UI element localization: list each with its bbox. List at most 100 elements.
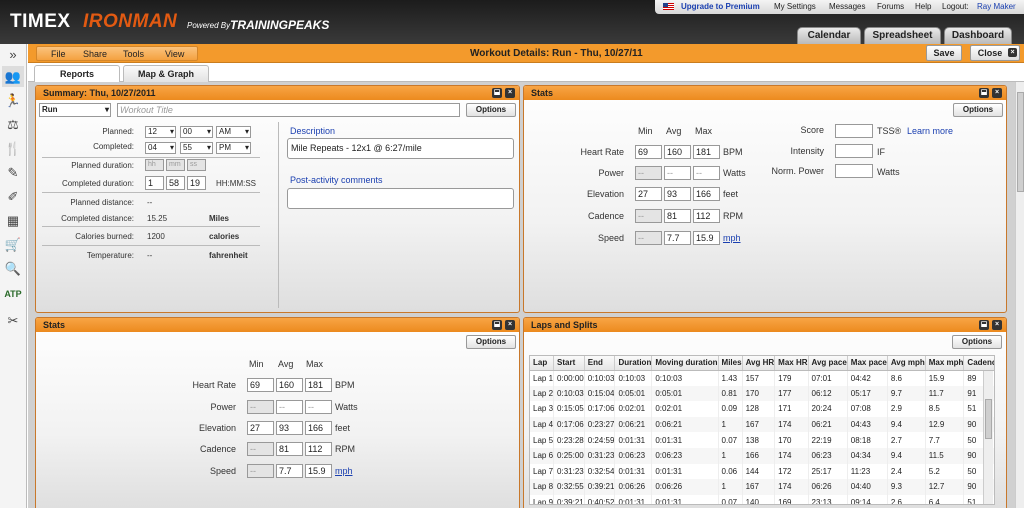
table-row[interactable]: Lap 2 0:10:03 0:15:04 0:05:01 0:05:01 0.81 170…: [530, 385, 994, 402]
cadence-max[interactable]: 112: [693, 209, 720, 223]
table-row[interactable]: Lap 7 0:31:23 0:32:54 0:01:31 0:01:31 0.06 144…: [530, 463, 994, 480]
elevation-max[interactable]: 166: [693, 187, 720, 201]
planned-duration-seconds[interactable]: ss: [187, 159, 206, 171]
close-panel-icon[interactable]: ×: [992, 88, 1002, 98]
power-min[interactable]: --: [247, 400, 274, 414]
edit-icon[interactable]: ✐: [2, 186, 24, 207]
post-activity-input[interactable]: [287, 188, 514, 209]
speed-min[interactable]: --: [635, 231, 662, 245]
menu-share[interactable]: Share: [83, 49, 107, 59]
elevation-avg[interactable]: 93: [276, 421, 303, 435]
laps-column-header[interactable]: Duration: [614, 356, 653, 371]
hr-avg[interactable]: 160: [664, 145, 691, 159]
menu-tools[interactable]: Tools: [123, 49, 144, 59]
hr-min[interactable]: 69: [635, 145, 662, 159]
laps-column-header[interactable]: Cadence: [963, 356, 994, 371]
power-avg[interactable]: --: [276, 400, 303, 414]
table-row[interactable]: Lap 1 0:00:00 0:10:03 0:10:03 0:10:03 1.43 157…: [530, 370, 994, 386]
metrics-icon[interactable]: ✎: [2, 162, 24, 183]
elevation-max[interactable]: 166: [305, 421, 332, 435]
speed-avg[interactable]: 7.7: [664, 231, 691, 245]
completed-duration-minutes[interactable]: 58: [166, 176, 185, 190]
close-panel-icon[interactable]: ×: [992, 320, 1002, 330]
completed-duration-hours[interactable]: 1: [145, 176, 164, 190]
table-row[interactable]: Lap 3 0:15:05 0:17:06 0:02:01 0:02:01 0.09 128…: [530, 401, 994, 417]
speed-max[interactable]: 15.9: [693, 231, 720, 245]
cart-icon[interactable]: 🛒: [2, 234, 24, 255]
elevation-min[interactable]: 27: [635, 187, 662, 201]
pin-icon[interactable]: ⬓: [492, 88, 502, 98]
table-row[interactable]: Lap 9 0:39:21 0:40:52 0:01:31 0:01:31 0.07 140…: [530, 494, 994, 504]
messages-link[interactable]: Messages: [829, 2, 865, 11]
speed-unit-link[interactable]: mph: [335, 466, 353, 476]
cadence-min[interactable]: --: [247, 442, 274, 456]
laps-column-header[interactable]: Miles: [718, 356, 743, 371]
summary-options-button[interactable]: Options: [466, 103, 516, 117]
tools-icon[interactable]: ✂: [2, 310, 24, 331]
power-avg[interactable]: --: [664, 166, 691, 180]
laps-options-button[interactable]: Options: [952, 335, 1002, 349]
atp-icon[interactable]: ATP: [2, 284, 24, 305]
weight-icon[interactable]: ⚖: [2, 114, 24, 135]
scrollbar-thumb[interactable]: [1017, 92, 1024, 192]
table-row[interactable]: Lap 5 0:23:28 0:24:59 0:01:31 0:01:31 0.07 138…: [530, 432, 994, 448]
table-row[interactable]: Lap 4 0:17:06 0:23:27 0:06:21 0:06:21 1 167 174…: [530, 416, 994, 433]
run-icon[interactable]: 🏃: [2, 90, 24, 111]
laps-column-header[interactable]: Moving duration: [651, 356, 719, 371]
cadence-max[interactable]: 112: [305, 442, 332, 456]
speed-unit-link[interactable]: mph: [723, 233, 741, 243]
laps-column-header[interactable]: Max mph: [925, 356, 965, 371]
norm-power-input[interactable]: [835, 164, 873, 178]
hr-min[interactable]: 69: [247, 378, 274, 392]
close-panel-icon[interactable]: ×: [505, 88, 515, 98]
speed-avg[interactable]: 7.7: [276, 464, 303, 478]
completed-duration-seconds[interactable]: 19: [187, 176, 206, 190]
intensity-input[interactable]: [835, 144, 873, 158]
speed-max[interactable]: 15.9: [305, 464, 332, 478]
laps-column-header[interactable]: Start: [553, 356, 585, 371]
laps-column-header[interactable]: End: [584, 356, 616, 371]
people-icon[interactable]: 👥: [2, 66, 24, 87]
planned-minute-select[interactable]: 00: [180, 126, 213, 138]
laps-column-header[interactable]: Avg mph: [887, 356, 926, 371]
cadence-avg[interactable]: 81: [276, 442, 303, 456]
forums-link[interactable]: Forums: [877, 2, 904, 11]
learn-more-link[interactable]: Learn more: [907, 126, 953, 136]
laps-column-header[interactable]: Avg pace: [808, 356, 848, 371]
laps-column-header[interactable]: Max pace: [847, 356, 888, 371]
grid-icon[interactable]: ▦: [2, 210, 24, 231]
save-button[interactable]: Save: [926, 45, 962, 61]
close-button[interactable]: Close ×: [970, 45, 1020, 61]
upgrade-link[interactable]: Upgrade to Premium: [681, 2, 760, 11]
user-name[interactable]: Ray Maker: [977, 2, 1016, 11]
menu-view[interactable]: View: [165, 49, 184, 59]
my-settings-link[interactable]: My Settings: [774, 2, 816, 11]
planned-ampm-select[interactable]: AM: [216, 126, 251, 138]
power-max[interactable]: --: [693, 166, 720, 180]
description-input[interactable]: Mile Repeats - 12x1 @ 6:27/mile: [287, 138, 514, 159]
elevation-min[interactable]: 27: [247, 421, 274, 435]
power-max[interactable]: --: [305, 400, 332, 414]
double-chevron-icon[interactable]: »: [2, 44, 24, 65]
sport-select[interactable]: Run: [39, 103, 111, 117]
laps-column-header[interactable]: Max HR: [774, 356, 809, 371]
laps-column-header[interactable]: Lap: [530, 356, 555, 371]
elevation-avg[interactable]: 93: [664, 187, 691, 201]
stats-options-button[interactable]: Options: [466, 335, 516, 349]
laps-scrollbar[interactable]: [983, 371, 993, 504]
hr-max[interactable]: 181: [305, 378, 332, 392]
tab-reports[interactable]: Reports: [34, 65, 120, 82]
score-input[interactable]: [835, 124, 873, 138]
table-row[interactable]: Lap 8 0:32:55 0:39:21 0:06:26 0:06:26 1 167 174…: [530, 479, 994, 495]
table-row[interactable]: Lap 6 0:25:00 0:31:23 0:06:23 0:06:23 1 166 174…: [530, 447, 994, 464]
tab-calendar[interactable]: Calendar: [797, 27, 861, 44]
completed-ampm-select[interactable]: PM: [216, 142, 251, 154]
power-min[interactable]: --: [635, 166, 662, 180]
menu-file[interactable]: File: [51, 49, 66, 59]
hr-max[interactable]: 181: [693, 145, 720, 159]
planned-duration-minutes[interactable]: mm: [166, 159, 185, 171]
cadence-avg[interactable]: 81: [664, 209, 691, 223]
completed-minute-select[interactable]: 55: [180, 142, 213, 154]
help-link[interactable]: Help: [915, 2, 931, 11]
completed-hour-select[interactable]: 04: [145, 142, 176, 154]
